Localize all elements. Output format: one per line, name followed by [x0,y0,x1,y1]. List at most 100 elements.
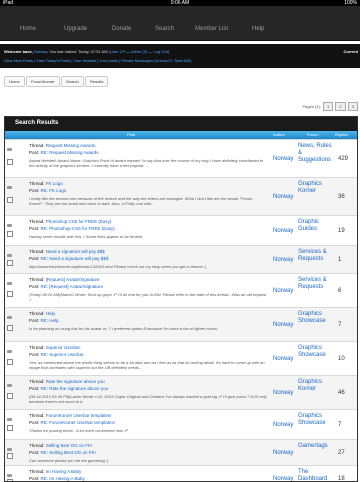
author-link[interactable]: Norway [273,356,293,362]
nav-upgrade[interactable]: Upgrade [64,26,87,32]
result-row[interactable]: Thread: Superior Userbar. Post: RE: Supe… [5,341,357,376]
author-link[interactable]: Norway [273,156,293,162]
result-row[interactable]: Thread: Help. Post: RE: Help. Is he plan… [5,307,357,342]
alerts-link[interactable]: Alerts (0) [131,49,147,54]
select-checkbox[interactable] [7,325,13,331]
thread-line: Thread: Im Having A Baby [29,469,81,474]
select-checkbox[interactable] [7,197,13,203]
post-link[interactable]: RE: Superior Userbar. [41,352,85,357]
select-checkbox[interactable] [7,260,13,266]
user-cp-link[interactable]: (User CP [109,49,125,54]
thread-link[interactable]: Superior Userbar. [46,345,81,350]
thread-link[interactable]: [Request] Avatar/Signature [46,277,100,282]
page-2[interactable]: 2 [335,102,346,111]
select-checkbox[interactable] [7,393,13,399]
col-replies[interactable]: Replies [335,132,348,137]
forum-link[interactable]: News, Rules & Suggestions [298,143,332,164]
post-link[interactable]: RE: Rate the signature above you [41,386,109,391]
breadcrumb-forumkorner[interactable]: ForumKorner [26,76,60,87]
forum-link[interactable]: Services & Requests [298,277,332,291]
logout-link[interactable]: Log Out) [154,49,170,54]
post-line: Post: RE: [Request] Avatar/Signature [29,284,103,289]
post-link[interactable]: RE: Im Having A Baby [41,476,85,481]
forum-link[interactable]: The Dashboard [298,469,332,481]
post-link[interactable]: RE: Request Missing Awards [41,150,99,155]
col-forum[interactable]: Forum [307,132,319,137]
author-link[interactable]: Norway [273,390,293,396]
page-1[interactable]: 1 [323,102,334,111]
welcome-bar: Welcome back, Norway. You last visited: … [0,44,360,68]
forum-link[interactable]: Gamertags [298,443,332,450]
author-link[interactable]: Norway [273,450,293,456]
thread-link[interactable]: Photoshop CS6 for FREE (Easy) [46,219,112,224]
forum-link[interactable]: Graphics Showcase [298,413,332,427]
post-label: Post: [29,256,40,261]
forum-link[interactable]: Graphics Showcase [298,345,332,359]
nav-member-list[interactable]: Member List [195,26,228,32]
nav-donate[interactable]: Donate [112,26,131,32]
select-checkbox[interactable] [7,425,13,431]
post-preview: http://www.forumkorner.org/thread-132610… [29,264,207,269]
thread-label: Thread: [29,181,45,186]
thread-line: Thread: Superior Userbar. [29,345,81,350]
nav-help[interactable]: Help [252,26,264,32]
thread-link[interactable]: FK Logo [46,181,63,186]
forum-link[interactable]: Graphic Guides [298,219,332,233]
select-checkbox[interactable] [7,479,13,481]
breadcrumb-home[interactable]: Home [4,76,25,87]
select-checkbox[interactable] [7,291,13,297]
thread-link[interactable]: Need a signature will pay $$$ [46,249,105,254]
result-row[interactable]: Thread: Request Missing Awards. Post: RE… [5,139,357,178]
post-link[interactable]: RE: Help. [41,318,60,323]
author-link[interactable]: Norway [273,322,293,328]
breadcrumb-results: Results [85,76,109,87]
select-checkbox[interactable] [7,231,13,237]
nav-home[interactable]: Home [20,26,36,32]
result-row[interactable]: Thread: [Request] Avatar/Signature Post:… [5,273,357,308]
author-link[interactable]: Norway [273,476,293,481]
post-preview: Is he planning on using this for his ava… [29,326,219,331]
author-link[interactable]: Norway [273,422,293,428]
result-row[interactable]: Thread: FK Logo Post: RE: FK Logo I real… [5,177,357,216]
post-link[interactable]: RE: Selling Best OG on FK! [41,450,96,455]
post-link[interactable]: RE: Photoshop CS6 for FREE (Easy) [41,226,115,231]
post-link[interactable]: RE: Need a signature will pay $$$ [41,256,109,261]
author-link[interactable]: Norway [273,228,293,234]
quick-links[interactable]: View New Posts | View Today's Posts | Yo… [4,58,192,63]
col-author[interactable]: Author [273,132,285,137]
result-row[interactable]: Thread: Selling Best OG on FK! Post: RE:… [5,439,357,466]
author-link[interactable]: Norway [273,288,293,294]
breadcrumb-search[interactable]: Search [61,76,84,87]
page-3[interactable]: 3 [347,102,358,111]
nav-search[interactable]: Search [155,26,174,32]
thread-status-icon [7,350,12,353]
post-link[interactable]: RE: [Request] Avatar/Signature [41,284,103,289]
thread-link[interactable]: ForumKorner Userbar templates! [46,413,112,418]
username-link[interactable]: Norway [34,49,47,54]
thread-label: Thread: [29,219,45,224]
select-checkbox[interactable] [7,453,13,459]
thread-link[interactable]: Help. [46,311,57,316]
result-row[interactable]: Thread: Rate the signature above you Pos… [5,375,357,410]
col-post[interactable]: Post [127,132,135,137]
post-label: Post: [29,284,40,289]
result-row[interactable]: Thread: Need a signature will pay $$$ Po… [5,245,357,274]
thread-link[interactable]: Im Having A Baby [46,469,82,474]
author-link[interactable]: Norway [273,257,293,263]
forum-link[interactable]: Graphics Showcase [298,311,332,325]
thread-link[interactable]: Rate the signature above you [46,379,105,384]
result-row[interactable]: Thread: Photoshop CS6 for FREE (Easy) Po… [5,215,357,246]
post-link[interactable]: RE: ForumKorner Userbar templates! [41,420,116,425]
result-row[interactable]: Thread: Im Having A Baby Post: RE: Im Ha… [5,465,357,481]
thread-link[interactable]: Request Missing Awards. [46,143,96,148]
forum-link[interactable]: Graphics Korner [298,379,332,393]
forum-link[interactable]: Graphics Korner [298,181,332,195]
forum-link[interactable]: Services & Requests [298,249,332,263]
author-link[interactable]: Norway [273,194,293,200]
result-row[interactable]: Thread: ForumKorner Userbar templates! P… [5,409,357,440]
select-checkbox[interactable] [7,159,13,165]
thread-link[interactable]: Selling Best OG on FK! [46,443,93,448]
select-checkbox[interactable] [7,359,13,365]
thread-status-icon [7,148,12,151]
post-link[interactable]: RE: FK Logo [41,188,67,193]
